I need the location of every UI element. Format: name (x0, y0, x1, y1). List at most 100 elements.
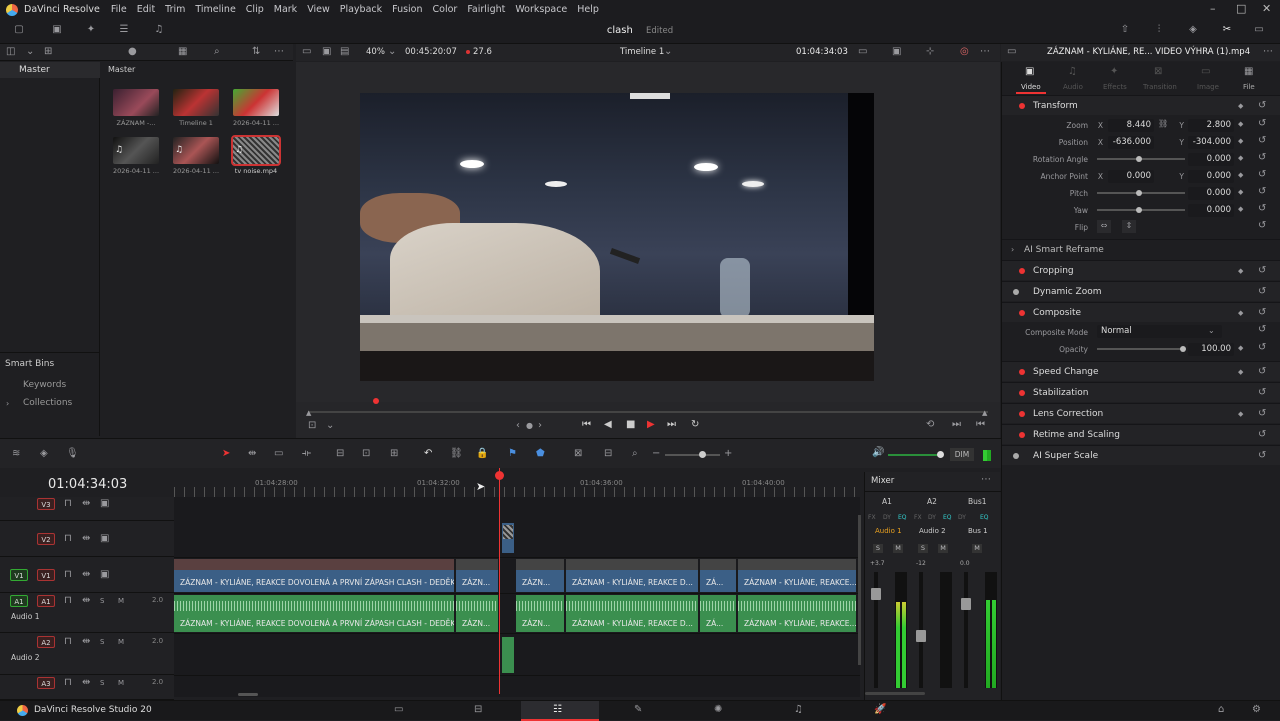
trim-tool-icon[interactable]: ⇹ (248, 448, 256, 460)
mixer-eq-a1[interactable]: EQ (898, 514, 907, 521)
audio-clip-a2[interactable] (502, 637, 514, 673)
effects-tab-icon[interactable]: ✦ (1110, 66, 1118, 78)
prev-clip-icon[interactable]: ⏮ (976, 419, 985, 431)
video-clip[interactable]: ZÁZNAM - KYLIÁNE, REAKCE D... (566, 559, 698, 592)
composite-mode-select[interactable]: Normal ⌄ (1097, 325, 1222, 338)
menu-fusion[interactable]: Fusion (387, 4, 427, 15)
track-enable-icon[interactable]: ▣ (100, 498, 109, 510)
chevron-down-icon[interactable]: ⌄ (26, 46, 34, 58)
file-tab-icon[interactable]: ▦ (1244, 66, 1253, 78)
playhead[interactable] (499, 468, 500, 694)
flip-horizontal-icon[interactable]: ⇔ (1097, 220, 1111, 233)
position-y-field[interactable]: -304.000 (1188, 136, 1234, 149)
reset-icon[interactable]: ↺ (1258, 342, 1266, 354)
track-tag-v3[interactable]: V3 (37, 498, 55, 510)
timeline-vertical-scrollbar[interactable] (858, 515, 861, 665)
enable-dot[interactable] (1019, 310, 1025, 316)
auto-select-icon[interactable]: ⇹ (82, 677, 90, 689)
track-enable-icon[interactable]: ▣ (100, 533, 109, 545)
media-page-icon[interactable]: ▭ (394, 704, 403, 716)
loop-icon[interactable]: ↻ (691, 419, 699, 431)
section-ai-super-scale[interactable]: AI Super Scale ↺ (1002, 445, 1280, 465)
track-tag-a1[interactable]: A1 (37, 595, 55, 607)
timeline-name[interactable]: Timeline 1 (620, 47, 664, 57)
clip-thumbnail-6[interactable]: ♫ (231, 135, 281, 166)
jog-left-icon[interactable]: ‹ (516, 420, 520, 432)
menu-view[interactable]: View (302, 4, 335, 15)
mixer-dy-a1[interactable]: DY (883, 514, 891, 521)
solo-button[interactable]: S (100, 595, 104, 607)
audio-tab-icon[interactable]: ♫ (1068, 66, 1077, 78)
video-frame[interactable] (360, 93, 874, 381)
video-tab-icon[interactable]: ▣ (1025, 66, 1034, 78)
more-options-icon[interactable]: ⋯ (980, 46, 990, 58)
menu-playback[interactable]: Playback (335, 4, 387, 15)
inspector-layout-icon[interactable]: ▭ (1007, 46, 1016, 58)
mixer-fx-a2[interactable]: FX (914, 514, 922, 521)
flip-vertical-icon[interactable]: ⇕ (1122, 220, 1136, 233)
reset-icon[interactable]: ↺ (1258, 324, 1266, 336)
track-tag-v1[interactable]: V1 (37, 569, 55, 581)
auto-select-icon[interactable]: ⇹ (82, 533, 90, 545)
anchor-x-field[interactable]: 0.000 (1108, 170, 1154, 183)
settings-icon[interactable]: ⚙ (1252, 704, 1261, 716)
close-icon[interactable]: ✕ (1262, 2, 1271, 15)
overwrite-clip-icon[interactable]: ⊡ (362, 448, 370, 460)
color-toggle-icon[interactable]: ◈ (40, 448, 48, 460)
metadata-view-icon[interactable]: ⊞ (44, 46, 52, 58)
video-clip-v2[interactable] (502, 523, 514, 553)
track-name-a1[interactable]: Audio 1 (11, 612, 39, 621)
rotation-field[interactable]: 0.000 (1188, 153, 1234, 166)
enable-dot[interactable] (1013, 289, 1019, 295)
mixer-mute-a2[interactable]: M (938, 544, 948, 553)
fader-track-bus1[interactable] (964, 572, 968, 688)
chevron-down-icon[interactable]: ⌄ (664, 46, 672, 58)
menu-help[interactable]: Help (572, 4, 604, 15)
timeline-zoom-knob[interactable] (699, 451, 706, 458)
audio-clip[interactable]: ZÁZN... (456, 595, 498, 632)
enable-dot[interactable] (1019, 432, 1025, 438)
jog-center-icon[interactable]: ● (526, 420, 533, 432)
sort-icon[interactable]: ⇅ (252, 46, 260, 58)
tab-file[interactable]: File (1243, 83, 1255, 91)
keyframe-icon[interactable]: ◆ (1238, 186, 1243, 198)
fusion-page-icon[interactable]: ✎ (634, 704, 642, 716)
source-tag-v1[interactable]: V1 (10, 569, 28, 581)
source-viewer-icon[interactable]: ▣ (322, 46, 331, 58)
pitch-field[interactable]: 0.000 (1188, 187, 1234, 200)
master-volume-knob[interactable] (937, 451, 944, 458)
opacity-slider[interactable] (1097, 348, 1185, 350)
mute-button[interactable]: M (118, 677, 124, 689)
blade-tool-icon[interactable]: ▭ (274, 448, 283, 460)
menu-edit[interactable]: Edit (132, 4, 160, 15)
out-point-icon[interactable]: ▲ (982, 407, 987, 419)
track-name-a2[interactable]: Audio 2 (11, 653, 39, 662)
track-volume-a3[interactable]: 2.0 (152, 678, 163, 686)
mixer-scrollbar[interactable] (865, 692, 925, 695)
tab-audio[interactable]: Audio (1063, 83, 1083, 91)
section-dynamic-zoom[interactable]: Dynamic Zoom ↺ (1002, 281, 1280, 301)
mute-button[interactable]: M (118, 636, 124, 648)
timeline-viewer-icon[interactable]: ▤ (340, 46, 349, 58)
clip-thumbnail-2[interactable] (173, 89, 219, 116)
more-options-icon[interactable]: ⋯ (1263, 46, 1273, 58)
reset-icon[interactable]: ↺ (1258, 152, 1266, 164)
rotation-knob[interactable] (1136, 156, 1142, 162)
flag-icon[interactable]: ⚑ (508, 448, 517, 460)
reset-icon[interactable]: ↺ (1258, 100, 1266, 112)
transform-enable-dot[interactable] (1019, 103, 1025, 109)
go-to-start-icon[interactable]: ⏮ (582, 419, 591, 431)
smart-bin-keywords[interactable]: Keywords (23, 380, 66, 390)
yaw-knob[interactable] (1136, 207, 1142, 213)
master-bin[interactable]: Master (0, 62, 100, 78)
jog-right-icon[interactable]: › (538, 420, 542, 432)
section-speed-change[interactable]: Speed Change ◆ ↺ (1002, 361, 1280, 381)
playhead-handle[interactable] (495, 471, 504, 480)
replace-clip-icon[interactable]: ⊞ (390, 448, 398, 460)
track-volume-a2[interactable]: 2.0 (152, 637, 163, 645)
more-options-icon[interactable]: ⋯ (981, 474, 991, 486)
position-x-field[interactable]: -636.000 (1108, 136, 1154, 149)
chevron-down-icon[interactable]: ⌄ (326, 420, 334, 432)
menu-color[interactable]: Color (428, 4, 463, 15)
edit-page-tab[interactable]: ☷ (521, 701, 599, 721)
